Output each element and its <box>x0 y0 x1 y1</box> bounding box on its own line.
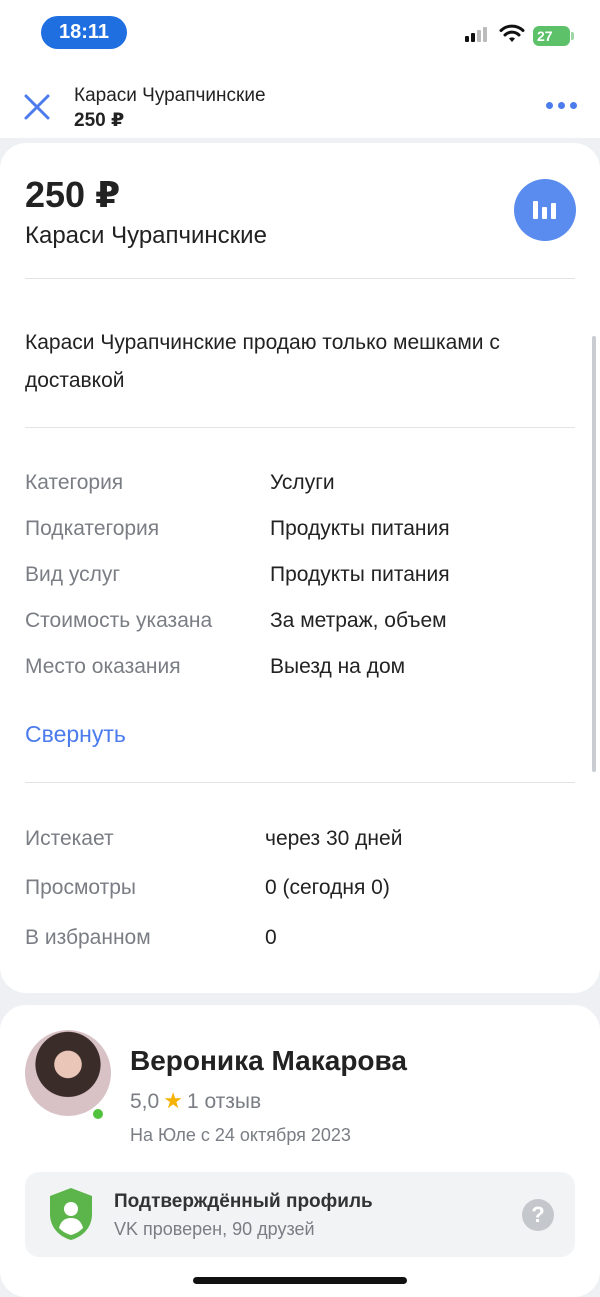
meta-value: 0 (сегодня 0) <box>265 876 390 899</box>
meta-label: Просмотры <box>25 876 136 899</box>
status-time: 18:11 <box>41 16 127 49</box>
scrollbar[interactable] <box>592 336 596 772</box>
divider <box>25 427 575 428</box>
header-price: 250 ₽ <box>74 110 125 131</box>
wifi-icon <box>499 24 525 42</box>
listing-title: Караси Чурапчинские <box>25 222 267 249</box>
verified-title: Подтверждённый профиль <box>114 1191 373 1212</box>
reviews-count: 1 отзыв <box>186 1090 262 1113</box>
attribute-value: Продукты питания <box>270 563 450 586</box>
verified-subtitle: VK проверен, 90 друзей <box>114 1219 315 1239</box>
battery-level: 27 <box>537 28 553 44</box>
seller-since: На Юле с 24 октября 2023 <box>130 1125 351 1145</box>
seller-name[interactable]: Вероника Макарова <box>130 1045 407 1077</box>
collapse-link[interactable]: Свернуть <box>25 721 126 748</box>
statistics-button[interactable] <box>514 179 576 241</box>
battery-icon: 27 <box>533 26 574 46</box>
close-icon[interactable] <box>22 92 52 122</box>
seller-rating[interactable]: 5,0 ★ 1 отзыв <box>130 1088 261 1114</box>
attribute-label: Вид услуг <box>25 563 121 586</box>
header-title: Караси Чурапчинские <box>74 85 266 106</box>
attribute-value: За метраж, объем <box>270 609 447 632</box>
star-icon: ★ <box>163 1088 183 1113</box>
meta-value: через 30 дней <box>265 827 403 850</box>
online-status-indicator <box>90 1106 106 1122</box>
verified-profile-banner[interactable]: Подтверждённый профиль VK проверен, 90 д… <box>25 1172 575 1257</box>
attribute-label: Категория <box>25 471 124 494</box>
attribute-value: Услуги <box>270 471 335 494</box>
attribute-label: Подкатегория <box>25 517 160 540</box>
more-options-icon[interactable] <box>546 102 578 112</box>
meta-label: Истекает <box>25 827 114 850</box>
verified-shield-icon <box>50 1188 92 1240</box>
listing-card: 250 ₽ Караси Чурапчинские Караси Чурапчи… <box>0 143 600 993</box>
meta-value: 0 <box>265 926 277 949</box>
help-icon[interactable]: ? <box>522 1199 554 1231</box>
attribute-label: Место оказания <box>25 655 181 678</box>
seller-card[interactable]: Вероника Макарова 5,0 ★ 1 отзыв На Юле с 2… <box>0 1005 600 1297</box>
rating-value: 5,0 <box>130 1090 160 1113</box>
attribute-value: Выезд на дом <box>270 655 406 678</box>
attribute-value: Продукты питания <box>270 517 450 540</box>
meta-label: В избранном <box>25 926 151 949</box>
bar-chart-icon <box>533 201 538 219</box>
divider <box>25 278 575 279</box>
cellular-signal-icon <box>465 26 491 42</box>
status-bar: 18:11 27 <box>0 0 600 66</box>
avatar[interactable] <box>25 1030 111 1116</box>
divider <box>25 782 575 783</box>
nav-header: Караси Чурапчинские 250 ₽ <box>0 66 600 138</box>
attribute-label: Стоимость указана <box>25 609 213 632</box>
home-indicator[interactable] <box>193 1277 407 1284</box>
listing-price: 250 ₽ <box>25 174 121 215</box>
listing-description: Караси Чурапчинские продаю только мешкам… <box>25 331 500 392</box>
